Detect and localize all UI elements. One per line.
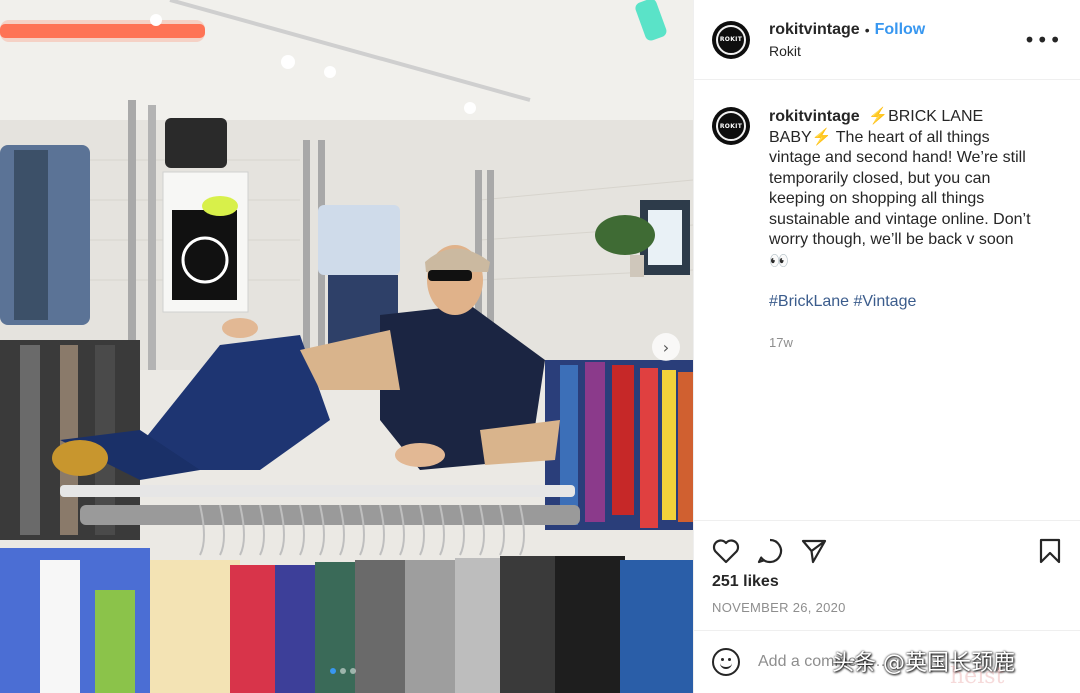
more-options-icon[interactable]: •••	[1024, 28, 1062, 52]
caption: rokitvintage ⚡BRICK LANE BABY⚡ The heart…	[769, 107, 1037, 353]
post-header: ROKIT rokitvintage • Follow Rokit •••	[694, 0, 1080, 80]
location-link[interactable]: Rokit	[769, 43, 925, 59]
heart-icon[interactable]	[712, 538, 740, 564]
eyes-emoji-icon: 👀	[769, 250, 789, 270]
avatar[interactable]: ROKIT	[712, 20, 750, 59]
avatar-ring: ROKIT	[716, 111, 746, 141]
bookmark-icon[interactable]	[1037, 537, 1063, 565]
header-text: rokitvintage • Follow Rokit	[769, 21, 925, 59]
comment-icon[interactable]	[756, 537, 784, 565]
follow-button[interactable]: Follow	[875, 21, 926, 39]
header-line: rokitvintage • Follow	[769, 21, 925, 39]
post-photo[interactable]: ›	[0, 0, 693, 693]
carousel-dot	[350, 668, 356, 674]
avatar-ring: ROKIT	[716, 24, 746, 55]
post-date: NOVEMBER 26, 2020	[712, 600, 846, 615]
likes-count[interactable]: 251 likes	[712, 573, 1063, 591]
lightning-icon: ⚡	[868, 108, 889, 125]
caption-avatar[interactable]: ROKIT	[712, 107, 750, 145]
hashtag-bricklane[interactable]: #BrickLane	[769, 293, 849, 310]
avatar-logo: ROKIT	[719, 122, 743, 130]
post-side-panel: ROKIT rokitvintage • Follow Rokit ••• RO…	[693, 0, 1080, 693]
actions-block: 251 likes NOVEMBER 26, 2020	[694, 520, 1080, 615]
username-link[interactable]: rokitvintage	[769, 21, 860, 39]
carousel-dot	[340, 668, 346, 674]
dot-separator: •	[864, 21, 870, 38]
chevron-right-icon[interactable]: ›	[652, 333, 680, 361]
carousel-dots	[330, 668, 356, 674]
action-bar	[712, 535, 1063, 567]
caption-username[interactable]: rokitvintage	[769, 108, 860, 125]
avatar-logo: ROKIT	[719, 36, 743, 43]
share-icon[interactable]	[800, 537, 828, 565]
hashtags: #BrickLane #Vintage	[769, 292, 1037, 313]
comment-input[interactable]	[758, 653, 958, 671]
shop-scene-image	[0, 0, 693, 693]
caption-area: ROKIT rokitvintage ⚡BRICK LANE BABY⚡ The…	[694, 80, 1080, 353]
comment-bar	[694, 630, 1080, 693]
hashtag-vintage[interactable]: #Vintage	[854, 293, 917, 310]
carousel-dot	[330, 668, 336, 674]
caption-body: The heart of all things vintage and seco…	[769, 128, 1031, 249]
emoji-icon[interactable]	[712, 648, 740, 676]
caption-age: 17w	[769, 334, 793, 350]
lightning-icon: ⚡	[811, 128, 832, 146]
